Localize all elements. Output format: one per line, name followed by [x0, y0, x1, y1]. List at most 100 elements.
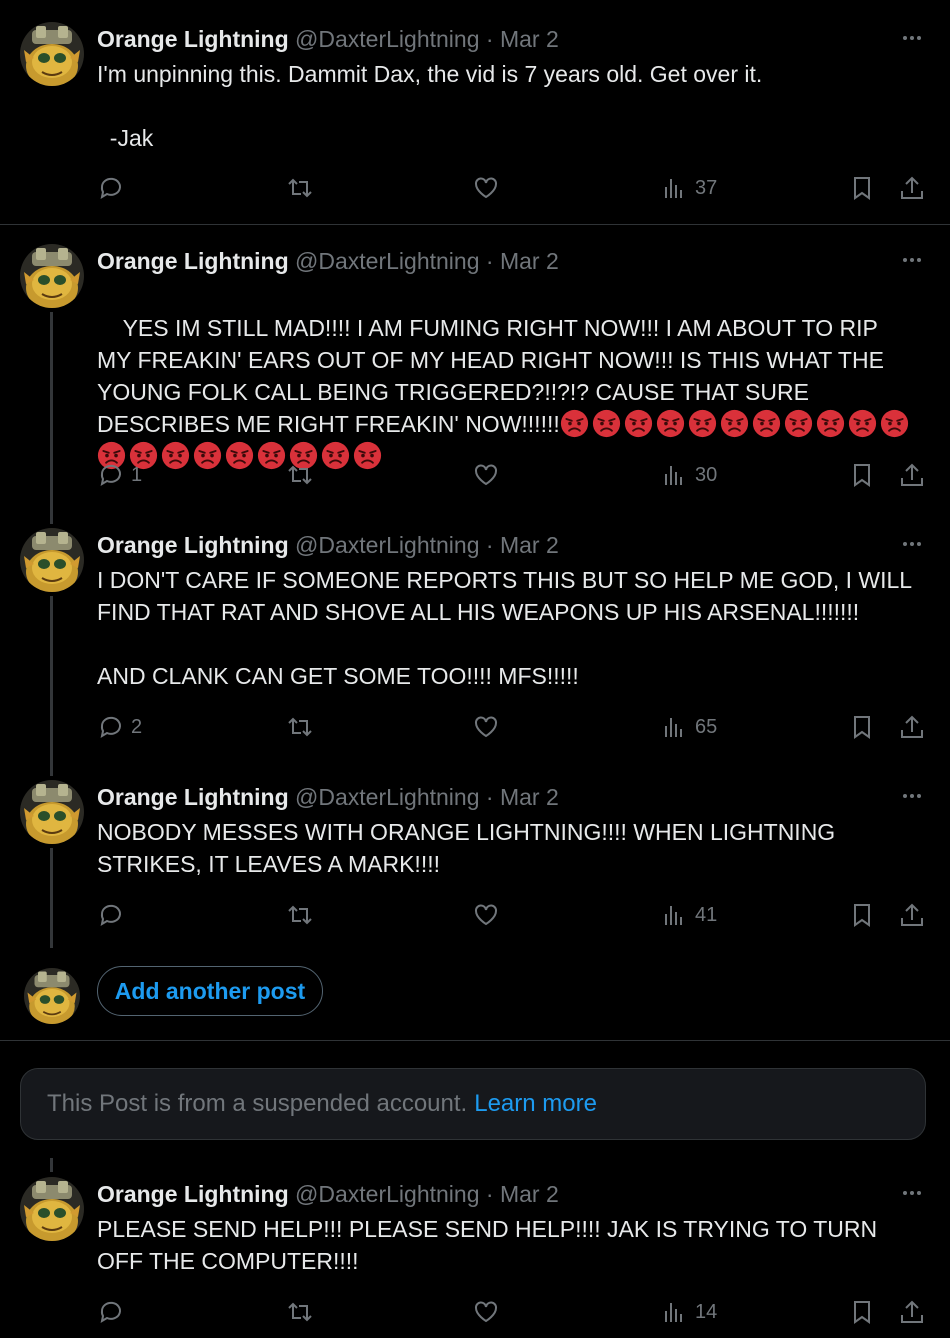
- like-button[interactable]: [472, 895, 500, 935]
- reply-icon: [100, 1301, 121, 1324]
- separator: ·: [485, 1181, 494, 1207]
- more-icon[interactable]: [896, 1183, 928, 1203]
- bookmark-button[interactable]: [848, 1292, 876, 1332]
- avatar[interactable]: [20, 1177, 84, 1241]
- learn-more-link[interactable]: Learn more: [474, 1090, 597, 1118]
- repost-button[interactable]: [286, 455, 314, 495]
- handle[interactable]: @DaxterLightning: [295, 26, 479, 52]
- avatar[interactable]: [20, 780, 84, 844]
- handle[interactable]: @DaxterLightning: [295, 1181, 479, 1207]
- enraged-face-icon: [624, 409, 653, 438]
- bookmark-button[interactable]: [848, 455, 876, 495]
- post-date[interactable]: Mar 2: [500, 1181, 559, 1207]
- repost-button[interactable]: [286, 168, 314, 208]
- like-button[interactable]: [472, 707, 500, 747]
- repost-button[interactable]: [286, 895, 314, 935]
- more-icon[interactable]: [896, 28, 928, 48]
- display-name[interactable]: Orange Lightning: [97, 248, 289, 274]
- repost-icon: [288, 465, 312, 485]
- post-text: I DON'T CARE IF SOMEONE REPORTS THIS BUT…: [97, 567, 912, 689]
- display-name[interactable]: Orange Lightning: [97, 26, 289, 52]
- enraged-face-icon: [560, 409, 589, 438]
- share-button[interactable]: [898, 895, 926, 935]
- post-actions: 41: [0, 895, 950, 935]
- enraged-face-icon: [592, 409, 621, 438]
- views-count: 37: [695, 176, 718, 199]
- avatar[interactable]: [20, 528, 84, 592]
- post-date[interactable]: Mar 2: [500, 532, 559, 558]
- share-button[interactable]: [898, 707, 926, 747]
- divider: [0, 224, 950, 225]
- views-icon: [665, 1303, 682, 1322]
- views-count: 30: [695, 463, 718, 486]
- bookmark-icon: [854, 464, 870, 487]
- more-icon[interactable]: [896, 250, 928, 270]
- display-name[interactable]: Orange Lightning: [97, 784, 289, 810]
- reply-button[interactable]: [97, 1292, 125, 1332]
- handle[interactable]: @DaxterLightning: [295, 784, 479, 810]
- bookmark-button[interactable]: [848, 895, 876, 935]
- more-icon[interactable]: [896, 786, 928, 806]
- post-date[interactable]: Mar 2: [500, 784, 559, 810]
- views-button[interactable]: 65: [661, 707, 717, 747]
- reply-icon: [100, 716, 121, 739]
- like-icon: [475, 464, 497, 486]
- like-icon: [475, 904, 497, 926]
- bookmark-button[interactable]: [848, 707, 876, 747]
- views-button[interactable]: 30: [661, 455, 717, 495]
- share-button[interactable]: [898, 1292, 926, 1332]
- enraged-face-icon: [784, 409, 813, 438]
- enraged-face-icon: [752, 409, 781, 438]
- avatar[interactable]: [20, 244, 84, 308]
- bookmark-button[interactable]: [848, 168, 876, 208]
- post-text: PLEASE SEND HELP!!! PLEASE SEND HELP!!!!…: [97, 1216, 884, 1274]
- share-icon: [901, 1300, 923, 1323]
- reply-button[interactable]: [97, 895, 125, 935]
- reply-button[interactable]: 1: [97, 455, 142, 495]
- post-date[interactable]: Mar 2: [500, 26, 559, 52]
- bookmark-icon: [854, 1301, 870, 1324]
- like-button[interactable]: [472, 455, 500, 495]
- repost-icon: [288, 717, 312, 737]
- post-header: Orange Lightning @DaxterLightning · Mar …: [97, 782, 559, 812]
- repost-button[interactable]: [286, 1292, 314, 1332]
- post-actions: 14: [0, 1292, 950, 1332]
- post-header: Orange Lightning @DaxterLightning · Mar …: [97, 246, 559, 276]
- more-icon[interactable]: [896, 534, 928, 554]
- share-button[interactable]: [898, 455, 926, 495]
- add-another-post-button[interactable]: Add another post: [97, 966, 323, 1016]
- post-header: Orange Lightning @DaxterLightning · Mar …: [97, 24, 559, 54]
- like-icon: [475, 177, 497, 199]
- composer-avatar: [24, 968, 80, 1024]
- handle[interactable]: @DaxterLightning: [295, 532, 479, 558]
- post-text: NOBODY MESSES WITH ORANGE LIGHTNING!!!! …: [97, 819, 842, 877]
- views-button[interactable]: 14: [661, 1292, 717, 1332]
- like-icon: [475, 1301, 497, 1323]
- reply-icon: [100, 904, 121, 927]
- display-name[interactable]: Orange Lightning: [97, 1181, 289, 1207]
- display-name[interactable]: Orange Lightning: [97, 532, 289, 558]
- reply-icon: [100, 464, 121, 487]
- post-date[interactable]: Mar 2: [500, 248, 559, 274]
- handle[interactable]: @DaxterLightning: [295, 248, 479, 274]
- post-actions: 37: [0, 168, 950, 208]
- reply-count: 1: [131, 463, 143, 486]
- share-icon: [901, 715, 923, 738]
- share-icon: [901, 176, 923, 199]
- separator: ·: [485, 784, 494, 810]
- share-button[interactable]: [898, 168, 926, 208]
- avatar[interactable]: [20, 22, 84, 86]
- reply-button[interactable]: 2: [97, 707, 142, 747]
- views-button[interactable]: 41: [661, 895, 717, 935]
- bookmark-icon: [854, 904, 870, 927]
- reply-button[interactable]: [97, 168, 125, 208]
- like-icon: [475, 716, 497, 738]
- enraged-face-icon: [816, 409, 845, 438]
- post-header: Orange Lightning @DaxterLightning · Mar …: [97, 530, 559, 560]
- views-button[interactable]: 37: [661, 168, 717, 208]
- like-button[interactable]: [472, 1292, 500, 1332]
- post-actions: 1 30: [0, 455, 950, 495]
- repost-button[interactable]: [286, 707, 314, 747]
- like-button[interactable]: [472, 168, 500, 208]
- suspended-notice: This Post is from a suspended account. L…: [20, 1068, 926, 1140]
